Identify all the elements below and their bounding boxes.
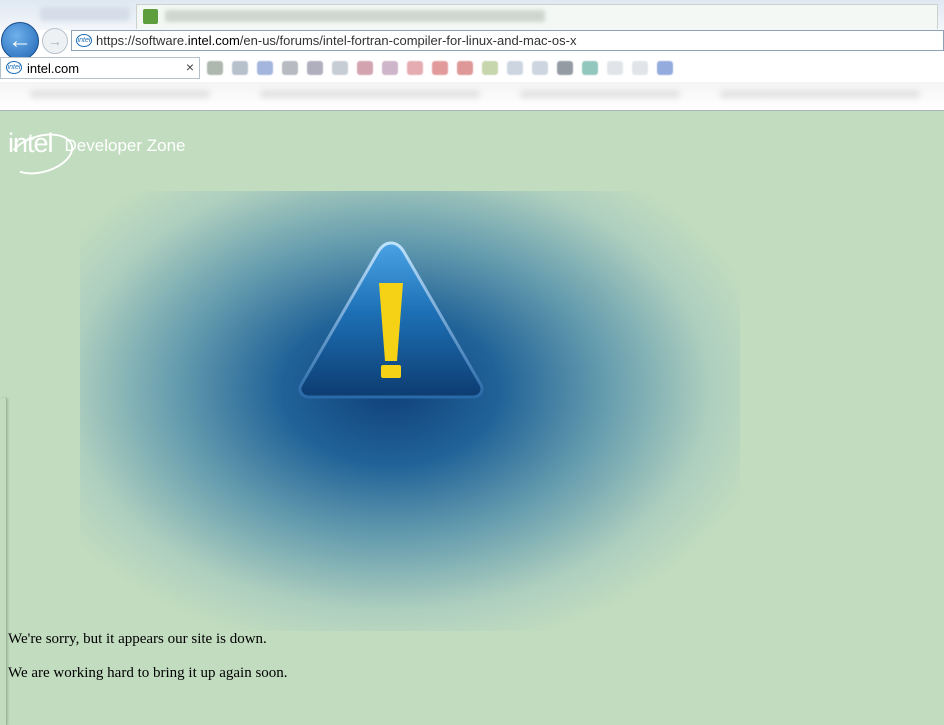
tab-title: intel.com [27, 61, 80, 76]
url-prefix: https://software. [96, 33, 188, 48]
forward-icon: → [48, 33, 62, 49]
blurred-window-title [165, 10, 545, 22]
back-button[interactable]: ← [1, 22, 39, 60]
toolbar-icon[interactable] [507, 61, 523, 75]
warning-triangle-icon [298, 241, 484, 399]
intel-wordmark: intel [4, 126, 78, 181]
back-icon: ← [8, 27, 32, 54]
browser-tab[interactable]: intel intel.com × [0, 57, 200, 79]
toolbar-icon[interactable] [307, 61, 323, 75]
url-domain: intel.com [187, 33, 240, 48]
app-icon [143, 9, 158, 24]
error-message-line2: We are working hard to bring it up again… [8, 665, 288, 681]
left-edge [0, 398, 7, 725]
page-content: intel Developer Zone We're sorry, but it… [0, 111, 944, 725]
toolbar-icon[interactable] [407, 61, 423, 75]
forward-button[interactable]: → [42, 28, 68, 54]
toolbar-icon[interactable] [257, 61, 273, 75]
developer-zone-label: Developer Zone [64, 136, 186, 155]
toolbar [201, 57, 944, 79]
address-bar[interactable]: intel https://software.intel.com/en-us/f… [71, 30, 944, 51]
toolbar-icon[interactable] [457, 61, 473, 75]
toolbar-icon[interactable] [557, 61, 573, 75]
toolbar-icon[interactable] [632, 61, 648, 75]
toolbar-icon[interactable] [532, 61, 548, 75]
blurred-title [40, 7, 130, 21]
toolbar-icon[interactable] [482, 61, 498, 75]
toolbar-icon[interactable] [582, 61, 598, 75]
error-message-line1: We're sorry, but it appears our site is … [8, 631, 267, 647]
close-icon[interactable]: × [186, 59, 194, 75]
toolbar-icon[interactable] [207, 61, 223, 75]
toolbar-icon[interactable] [232, 61, 248, 75]
title-bar [0, 0, 944, 30]
exclamation-dot [381, 365, 401, 378]
url-text[interactable]: https://software.intel.com/en-us/forums/… [96, 33, 576, 48]
toolbar-icon[interactable] [607, 61, 623, 75]
intel-logo[interactable]: intel Developer Zone [4, 123, 186, 181]
toolbar-icon[interactable] [432, 61, 448, 75]
toolbar-icon[interactable] [282, 61, 298, 75]
tab-favicon-icon: intel [6, 61, 22, 74]
toolbar-icon[interactable] [382, 61, 398, 75]
toolbar-icon[interactable] [332, 61, 348, 75]
browser-chrome: ← → intel https://software.intel.com/en-… [0, 0, 944, 111]
window-tab[interactable] [136, 4, 938, 29]
url-path: /en-us/forums/intel-fortran-compiler-for… [239, 33, 577, 48]
blurred-favorites-bar [0, 82, 944, 108]
toolbar-icon[interactable] [657, 61, 673, 75]
favicon-icon: intel [76, 34, 92, 47]
toolbar-icon[interactable] [357, 61, 373, 75]
